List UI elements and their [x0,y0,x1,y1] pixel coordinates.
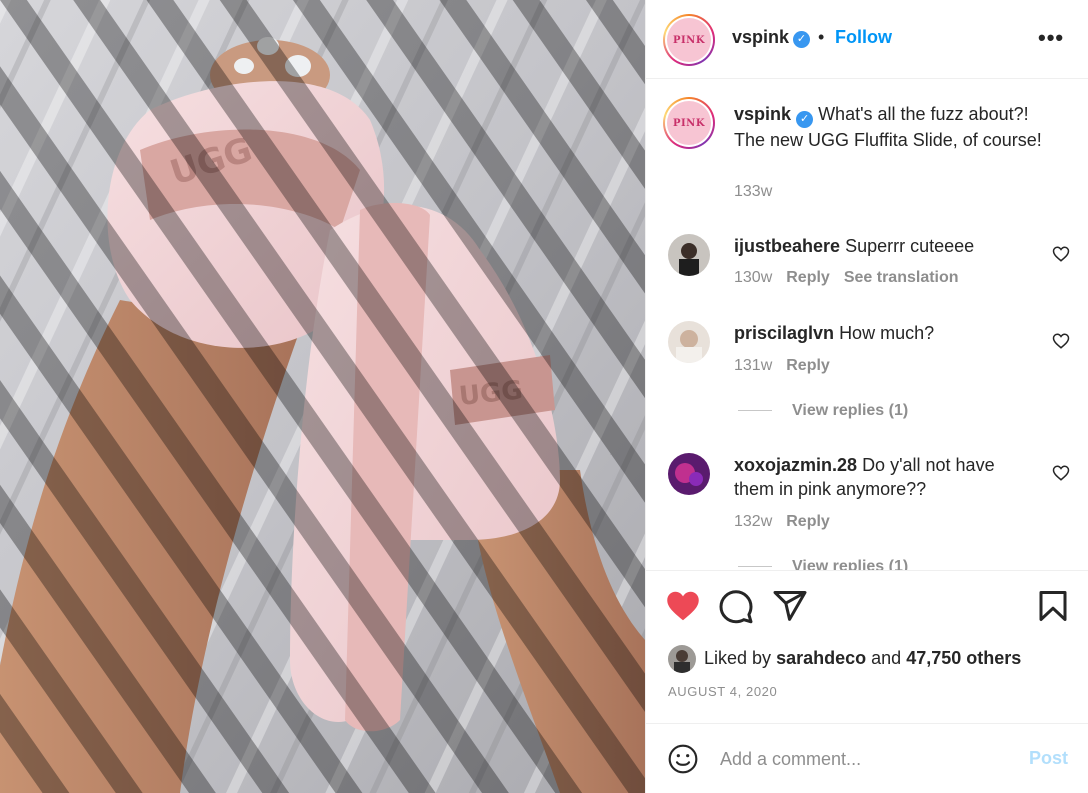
view-replies-button[interactable]: View replies (1) [738,402,908,420]
replies-divider [738,410,772,412]
commenter-avatar[interactable] [668,234,710,276]
like-heart-filled-icon[interactable] [665,588,701,624]
replies-divider [738,566,772,568]
comment-text: ijustbeahere Superrr cuteeee [734,234,1024,258]
comment-time: 130w [734,269,773,286]
emoji-icon[interactable] [667,743,699,775]
follow-button[interactable]: Follow [835,27,892,48]
comment-body: Superrr cuteeee [845,236,975,256]
liked-by-others[interactable]: 47,750 others [906,648,1021,668]
comments-list[interactable]: PINK vspink ✓ What's all the fuzz about?… [646,80,1088,570]
view-replies-label: View replies (1) [792,558,909,570]
author-avatar[interactable]: PINK [663,14,715,66]
post-actions: Liked by sarahdeco and 47,750 others AUG… [646,570,1088,723]
reply-button[interactable]: Reply [786,269,830,286]
reply-button[interactable]: Reply [786,357,830,374]
author-username[interactable]: vspink [732,27,789,48]
post-sidebar: PINK vspink ✓ • Follow ••• PINK vspink ✓… [645,0,1088,793]
comment-input[interactable] [720,746,1010,772]
comment-meta: 131w Reply [734,357,830,375]
post-comment-button[interactable]: Post [1029,748,1068,769]
commenter-avatar[interactable] [668,453,710,495]
comment-text: xoxojazmin.28 Do y'all not have them in … [734,453,1024,501]
comment-text: priscilaglvn How much? [734,321,1024,345]
share-icon[interactable] [772,588,808,624]
liked-by-and: and [871,648,902,668]
like-comment-heart-icon[interactable] [1052,332,1070,350]
comment-body: How much? [839,323,935,343]
liked-by-text: Liked by sarahdeco and 47,750 others [704,648,1021,669]
verified-badge-icon: ✓ [793,31,810,48]
add-comment-bar: Post [646,723,1088,793]
comment-time: 132w [734,513,773,530]
post-date[interactable]: AUGUST 4, 2020 [668,684,777,699]
view-replies-button[interactable]: View replies (1) [738,558,908,570]
comment-username[interactable]: xoxojazmin.28 [734,455,857,475]
pink-logo: PINK [667,101,711,145]
liked-by-user[interactable]: sarahdeco [776,648,866,668]
comment-icon[interactable] [718,588,754,624]
see-translation-button[interactable]: See translation [844,269,959,286]
caption-time: 133w [734,183,773,200]
comment-meta: 130w Reply See translation [734,269,959,287]
caption-avatar[interactable]: PINK [663,97,715,149]
reply-button[interactable]: Reply [786,513,830,530]
post-header: PINK vspink ✓ • Follow ••• [646,0,1088,79]
bookmark-icon[interactable] [1035,588,1071,624]
view-replies-label: View replies (1) [792,402,909,419]
commenter-avatar[interactable] [668,321,710,363]
verified-badge-icon: ✓ [796,111,814,128]
comment-username[interactable]: ijustbeahere [734,236,840,256]
comment-meta: 132w Reply [734,513,830,531]
comment-username[interactable]: priscilaglvn [734,323,834,343]
like-comment-heart-icon[interactable] [1052,464,1070,482]
post-photo[interactable]: UGG UGG [0,0,645,793]
more-options-icon[interactable]: ••• [1038,25,1064,51]
liked-by-avatar[interactable] [668,645,696,673]
pink-logo: PINK [667,18,711,62]
caption: vspink ✓ What's all the fuzz about?! The… [734,102,1064,152]
like-comment-heart-icon[interactable] [1052,245,1070,263]
caption-username[interactable]: vspink [734,104,791,124]
separator-dot: • [818,27,825,47]
comment-time: 131w [734,357,773,374]
liked-by-prefix: Liked by [704,648,772,668]
post-image: UGG UGG [0,0,645,793]
